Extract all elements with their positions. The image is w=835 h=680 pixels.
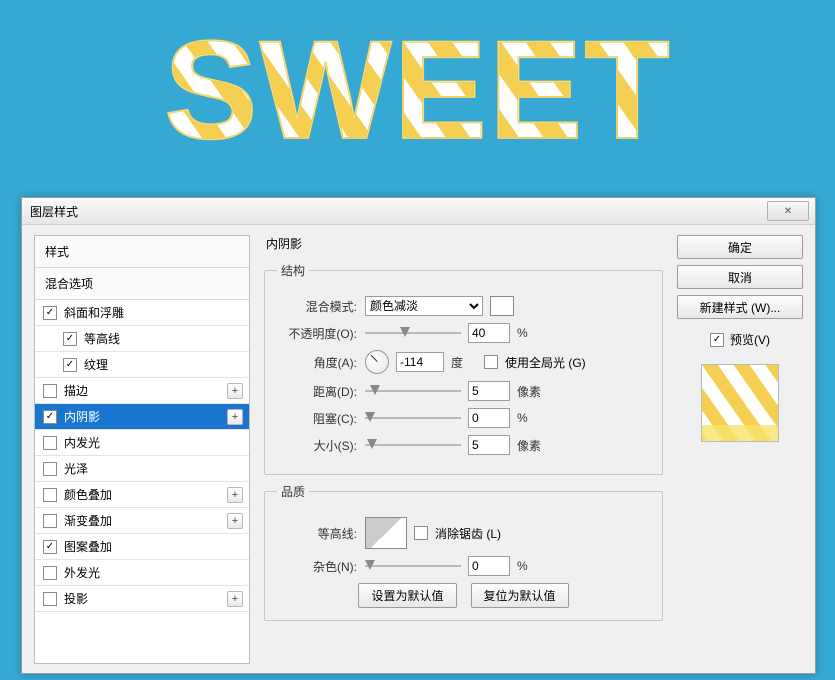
angle-input[interactable] [396, 352, 444, 372]
dialog-right-column: 确定 取消 新建样式 (W)... ✓ 预览(V) [677, 235, 803, 664]
noise-slider[interactable] [365, 559, 461, 573]
blend-mode-select[interactable]: 颜色减淡 [365, 296, 483, 316]
group-structure-legend: 结构 [277, 262, 309, 279]
preview-thumbnail [701, 364, 779, 442]
choke-slider[interactable] [365, 411, 461, 425]
ok-button[interactable]: 确定 [677, 235, 803, 259]
checkbox-icon[interactable] [43, 410, 57, 424]
distance-unit: 像素 [517, 383, 543, 400]
checkbox-icon[interactable] [63, 358, 77, 372]
contour-label: 等高线: [277, 525, 357, 542]
sidebar-item-contour[interactable]: 等高线 [35, 326, 249, 352]
group-quality-legend: 品质 [277, 483, 309, 500]
sidebar-header-blend[interactable]: 混合选项 [35, 268, 249, 300]
layer-style-dialog: 图层样式 ✕ 样式 混合选项 斜面和浮雕 等高线 纹理 描边 [21, 197, 816, 674]
sidebar-item-inner-shadow[interactable]: 内阴影 + [35, 404, 249, 430]
group-structure: 结构 混合模式: 颜色减淡 不透明度(O): [264, 262, 663, 475]
set-default-button[interactable]: 设置为默认值 [358, 583, 456, 608]
checkbox-icon[interactable] [43, 488, 57, 502]
cancel-button[interactable]: 取消 [677, 265, 803, 289]
size-unit: 像素 [517, 437, 543, 454]
angle-label: 角度(A): [277, 354, 357, 371]
checkbox-icon[interactable] [43, 566, 57, 580]
group-quality: 品质 等高线: 消除锯齿 (L) 杂色(N): [264, 483, 663, 621]
close-icon: ✕ [784, 206, 792, 217]
sidebar-item-label: 光泽 [64, 460, 88, 477]
sidebar-header-styles[interactable]: 样式 [35, 236, 249, 268]
global-light-label: 使用全局光 (G) [505, 354, 586, 371]
sidebar-item-gradient-overlay[interactable]: 渐变叠加 + [35, 508, 249, 534]
shadow-color-swatch[interactable] [490, 296, 514, 316]
choke-label: 阻塞(C): [277, 410, 357, 427]
checkbox-icon[interactable] [43, 436, 57, 450]
checkbox-icon[interactable] [43, 540, 57, 554]
checkbox-icon[interactable] [43, 384, 57, 398]
sidebar-item-satin[interactable]: 光泽 [35, 456, 249, 482]
canvas-sweet-text: SWEET SWEET [0, 18, 835, 181]
choke-input[interactable] [468, 408, 510, 428]
choke-unit: % [517, 411, 543, 425]
anti-alias-label: 消除锯齿 (L) [435, 525, 501, 542]
add-instance-button[interactable]: + [227, 383, 243, 399]
noise-unit: % [517, 559, 543, 573]
anti-alias-checkbox[interactable] [414, 526, 428, 540]
checkbox-icon[interactable] [63, 332, 77, 346]
add-instance-button[interactable]: + [227, 409, 243, 425]
sidebar-item-label: 内阴影 [64, 408, 100, 425]
sidebar-item-bevel[interactable]: 斜面和浮雕 [35, 300, 249, 326]
size-input[interactable] [468, 435, 510, 455]
sidebar-item-texture[interactable]: 纹理 [35, 352, 249, 378]
sidebar-item-label: 等高线 [84, 330, 120, 347]
noise-label: 杂色(N): [277, 558, 357, 575]
sidebar-item-label: 外发光 [64, 564, 100, 581]
dialog-title: 图层样式 [30, 203, 78, 220]
reset-default-button[interactable]: 复位为默认值 [471, 583, 569, 608]
new-style-button[interactable]: 新建样式 (W)... [677, 295, 803, 319]
checkbox-icon[interactable] [43, 462, 57, 476]
checkbox-icon[interactable] [43, 306, 57, 320]
contour-picker[interactable] [365, 517, 407, 549]
checkbox-icon[interactable] [43, 514, 57, 528]
close-button[interactable]: ✕ [767, 201, 809, 221]
sidebar-item-color-overlay[interactable]: 颜色叠加 + [35, 482, 249, 508]
size-label: 大小(S): [277, 437, 357, 454]
sidebar-item-label: 渐变叠加 [64, 512, 112, 529]
distance-input[interactable] [468, 381, 510, 401]
opacity-unit: % [517, 326, 543, 340]
preview-label: 预览(V) [730, 331, 770, 348]
sidebar-item-label: 图案叠加 [64, 538, 112, 555]
add-instance-button[interactable]: + [227, 513, 243, 529]
svg-text:SWEET: SWEET [164, 18, 672, 168]
panel-title: 内阴影 [266, 235, 663, 252]
add-instance-button[interactable]: + [227, 487, 243, 503]
add-instance-button[interactable]: + [227, 591, 243, 607]
sidebar-item-label: 纹理 [84, 356, 108, 373]
effects-sidebar: 样式 混合选项 斜面和浮雕 等高线 纹理 描边 + 内阴影 [34, 235, 250, 664]
sidebar-item-label: 内发光 [64, 434, 100, 451]
settings-panel: 内阴影 结构 混合模式: 颜色减淡 不透明度(O): [264, 235, 663, 664]
opacity-input[interactable] [468, 323, 510, 343]
dialog-titlebar[interactable]: 图层样式 ✕ [22, 198, 815, 225]
angle-unit: 度 [451, 354, 477, 371]
noise-input[interactable] [468, 556, 510, 576]
distance-slider[interactable] [365, 384, 461, 398]
sidebar-item-label: 颜色叠加 [64, 486, 112, 503]
opacity-slider[interactable] [365, 326, 461, 340]
preview-checkbox[interactable]: ✓ [710, 333, 724, 347]
sidebar-item-pattern-overlay[interactable]: 图案叠加 [35, 534, 249, 560]
size-slider[interactable] [365, 438, 461, 452]
sidebar-item-label: 斜面和浮雕 [64, 304, 124, 321]
sidebar-item-drop-shadow[interactable]: 投影 + [35, 586, 249, 612]
distance-label: 距离(D): [277, 383, 357, 400]
blend-mode-label: 混合模式: [277, 298, 357, 315]
global-light-checkbox[interactable] [484, 355, 498, 369]
sidebar-item-inner-glow[interactable]: 内发光 [35, 430, 249, 456]
opacity-label: 不透明度(O): [277, 325, 357, 342]
sidebar-item-outer-glow[interactable]: 外发光 [35, 560, 249, 586]
sidebar-item-stroke[interactable]: 描边 + [35, 378, 249, 404]
checkbox-icon[interactable] [43, 592, 57, 606]
angle-dial[interactable] [365, 350, 389, 374]
sidebar-item-label: 投影 [64, 590, 88, 607]
sidebar-item-label: 描边 [64, 382, 88, 399]
